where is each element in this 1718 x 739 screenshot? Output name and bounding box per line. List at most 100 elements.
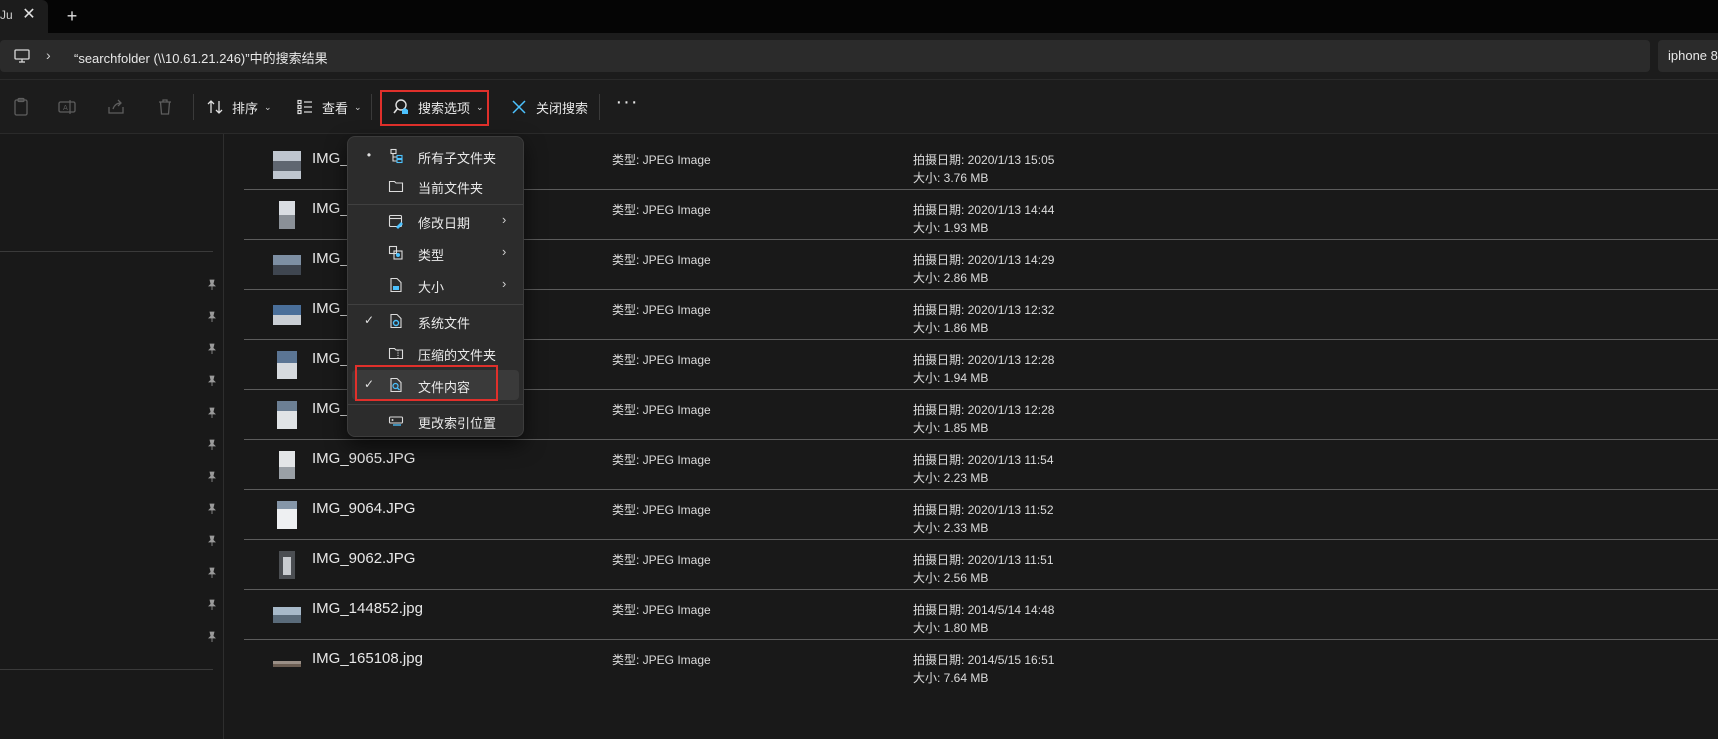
menu-item-compressed-folders[interactable]: 压缩的文件夹 bbox=[352, 338, 519, 368]
menu-item-current-folder[interactable]: 当前文件夹 bbox=[352, 171, 519, 201]
file-date: 拍摄日期: 2014/5/14 14:48 bbox=[913, 603, 1055, 617]
sort-label: 排序 bbox=[232, 100, 259, 116]
image-thumbnail bbox=[277, 401, 297, 429]
computer-icon bbox=[14, 49, 30, 63]
pin-icon[interactable] bbox=[206, 343, 218, 355]
pin-icon[interactable] bbox=[206, 567, 218, 579]
menu-mark bbox=[362, 277, 376, 291]
menu-mark bbox=[362, 345, 376, 359]
search-options-icon bbox=[393, 99, 408, 114]
share-icon[interactable] bbox=[106, 97, 126, 117]
more-options-button[interactable]: ··· bbox=[614, 92, 640, 119]
file-type: 类型: JPEG Image bbox=[612, 203, 711, 217]
file-date: 拍摄日期: 2020/1/13 14:29 bbox=[913, 253, 1055, 267]
file-name: IMG_ bbox=[312, 250, 349, 267]
chevron-right-icon[interactable]: › bbox=[46, 47, 51, 63]
type-icon bbox=[388, 245, 403, 260]
file-date: 拍摄日期: 2020/1/13 15:05 bbox=[913, 153, 1055, 167]
address-bar[interactable]: › “searchfolder (\\10.61.21.246)”中的搜索结果 bbox=[0, 40, 1650, 72]
pin-icon[interactable] bbox=[206, 279, 218, 291]
svg-text:A: A bbox=[63, 104, 68, 112]
file-row[interactable]: IMG_9065.JPG 类型: JPEG Image 拍摄日期: 2020/1… bbox=[244, 440, 1718, 490]
menu-item-date-modified[interactable]: 修改日期 › bbox=[352, 206, 519, 236]
menu-mark bbox=[362, 213, 376, 227]
image-thumbnail bbox=[277, 351, 297, 379]
menu-item-change-index-location[interactable]: 更改索引位置 bbox=[352, 406, 519, 436]
file-type: 类型: JPEG Image bbox=[612, 453, 711, 467]
pin-icon[interactable] bbox=[206, 503, 218, 515]
menu-separator bbox=[348, 304, 523, 305]
search-options-menu: • 所有子文件夹 当前文件夹 修改日期 › 类型 › 大小 › ✓ 系统文件 压… bbox=[347, 136, 524, 437]
search-value: iphone 8 bbox=[1668, 48, 1718, 63]
file-size: 大小: 2.33 MB bbox=[913, 521, 989, 535]
delete-icon[interactable] bbox=[155, 97, 175, 117]
image-thumbnail bbox=[279, 201, 295, 229]
pin-icon[interactable] bbox=[206, 599, 218, 611]
menu-item-label: 类型 bbox=[418, 248, 445, 263]
checkmark-icon: ✓ bbox=[363, 313, 375, 327]
file-name: IMG_144852.jpg bbox=[312, 600, 423, 617]
file-type: 类型: JPEG Image bbox=[612, 553, 711, 567]
image-thumbnail bbox=[279, 451, 295, 479]
subfolders-icon bbox=[390, 148, 403, 164]
chevron-down-icon: ⌄ bbox=[476, 101, 484, 112]
menu-item-label: 压缩的文件夹 bbox=[418, 348, 497, 363]
size-icon bbox=[390, 277, 402, 293]
view-button[interactable]: 查看 ⌄ bbox=[296, 91, 362, 123]
menu-item-label: 大小 bbox=[418, 280, 445, 295]
file-date: 拍摄日期: 2020/1/13 14:44 bbox=[913, 203, 1055, 217]
close-icon[interactable]: ✕ bbox=[20, 6, 38, 24]
menu-item-type[interactable]: 类型 › bbox=[352, 238, 519, 268]
image-thumbnail bbox=[273, 151, 301, 179]
chevron-down-icon: ⌄ bbox=[264, 101, 272, 112]
image-thumbnail bbox=[277, 501, 297, 529]
file-row[interactable]: IMG_9064.JPG 类型: JPEG Image 拍摄日期: 2020/1… bbox=[244, 490, 1718, 540]
new-tab-icon[interactable]: + bbox=[62, 6, 82, 26]
file-name: IMG_ bbox=[312, 350, 349, 367]
tab-active[interactable]: Ju ✕ bbox=[0, 0, 48, 33]
file-size: 大小: 1.86 MB bbox=[913, 321, 989, 335]
pin-icon[interactable] bbox=[206, 471, 218, 483]
search-input[interactable]: iphone 8 bbox=[1658, 40, 1718, 72]
close-search-button[interactable]: 关闭搜索 bbox=[510, 91, 588, 123]
menu-item-label: 修改日期 bbox=[418, 216, 471, 231]
menu-item-file-contents[interactable]: ✓ 文件内容 bbox=[352, 370, 519, 400]
close-search-label: 关闭搜索 bbox=[536, 100, 589, 116]
file-row[interactable]: IMG_144852.jpg 类型: JPEG Image 拍摄日期: 2014… bbox=[244, 590, 1718, 640]
file-date: 拍摄日期: 2020/1/13 11:54 bbox=[913, 453, 1054, 467]
menu-mark bbox=[362, 413, 376, 427]
file-row[interactable]: IMG_9062.JPG 类型: JPEG Image 拍摄日期: 2020/1… bbox=[244, 540, 1718, 590]
selected-dot-icon: • bbox=[366, 148, 372, 162]
file-name: IMG_9064.JPG bbox=[312, 500, 416, 517]
file-date: 拍摄日期: 2020/1/13 11:51 bbox=[913, 553, 1054, 567]
chevron-right-icon: › bbox=[502, 244, 507, 259]
pin-icon[interactable] bbox=[206, 375, 218, 387]
view-label: 查看 bbox=[322, 100, 349, 116]
pin-icon[interactable] bbox=[206, 631, 218, 643]
pin-icon[interactable] bbox=[206, 439, 218, 451]
menu-item-label: 当前文件夹 bbox=[418, 181, 484, 196]
menu-item-all-subfolders[interactable]: • 所有子文件夹 bbox=[352, 141, 519, 171]
menu-item-size[interactable]: 大小 › bbox=[352, 270, 519, 300]
search-options-button[interactable]: 搜索选项 ⌄ bbox=[392, 91, 484, 123]
rename-icon[interactable]: A bbox=[57, 97, 77, 117]
menu-item-system-files[interactable]: ✓ 系统文件 bbox=[352, 306, 519, 336]
search-options-label: 搜索选项 bbox=[418, 100, 471, 116]
file-size: 大小: 2.56 MB bbox=[913, 571, 989, 585]
checkmark-icon: ✓ bbox=[363, 377, 375, 391]
file-date: 拍摄日期: 2020/1/13 12:28 bbox=[913, 403, 1055, 417]
pin-icon[interactable] bbox=[206, 407, 218, 419]
paste-icon[interactable] bbox=[11, 97, 31, 117]
file-date: 拍摄日期: 2020/1/13 12:32 bbox=[913, 303, 1055, 317]
menu-mark bbox=[362, 178, 376, 192]
pin-icon[interactable] bbox=[206, 311, 218, 323]
chevron-down-icon: ⌄ bbox=[354, 101, 362, 112]
image-thumbnail bbox=[273, 255, 301, 275]
chevron-right-icon: › bbox=[502, 276, 507, 291]
pin-icon[interactable] bbox=[206, 535, 218, 547]
file-row[interactable]: IMG_165108.jpg 类型: JPEG Image 拍摄日期: 2014… bbox=[244, 640, 1718, 690]
file-size: 大小: 2.23 MB bbox=[913, 471, 989, 485]
sort-button[interactable]: 排序 ⌄ bbox=[206, 91, 272, 123]
file-name: IMG_ bbox=[312, 150, 349, 167]
file-size: 大小: 1.80 MB bbox=[913, 621, 989, 635]
